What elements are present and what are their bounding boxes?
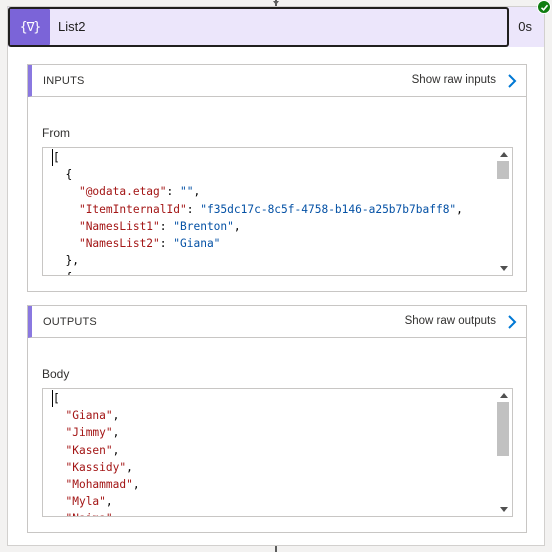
connector-arrow-icon xyxy=(273,1,279,5)
code-comma: , xyxy=(112,426,120,440)
scroll-down-icon[interactable] xyxy=(500,507,508,512)
code-line: [ xyxy=(52,390,140,408)
code-line: { xyxy=(52,269,463,275)
code-comma: , xyxy=(112,443,120,457)
code-array-item: "Jimmy" xyxy=(65,426,113,440)
code-comma: , xyxy=(105,495,113,509)
code-colon: : xyxy=(166,185,180,199)
code-value: "" xyxy=(180,185,194,199)
action-title: List2 xyxy=(58,19,86,34)
code-line: "ItemInternalId": "f35dc17c-8c5f-4758-b1… xyxy=(52,201,463,218)
outputs-title: OUTPUTS xyxy=(43,316,97,328)
code-line: "Jimmy", xyxy=(52,424,140,441)
code-brace: { xyxy=(65,168,73,182)
code-brace: { xyxy=(65,271,72,275)
show-raw-outputs-link[interactable]: Show raw outputs xyxy=(405,315,496,327)
scroll-down-icon[interactable] xyxy=(500,266,508,271)
code-line: "Naima", xyxy=(52,510,140,516)
code-colon: : xyxy=(159,219,174,233)
success-check-icon xyxy=(537,0,551,14)
code-key: "NamesList2" xyxy=(78,237,160,251)
code-line: "Myla", xyxy=(52,493,140,510)
code-comma: , xyxy=(112,409,120,423)
code-line: "NamesList2": "Giana" xyxy=(52,235,463,252)
filter-array-icon: {∇} xyxy=(10,9,50,45)
code-key: "NamesList1" xyxy=(78,219,160,233)
code-line: { xyxy=(52,166,463,183)
body-code-viewer[interactable]: [ "Giana", "Jimmy", "Kasen", "Kassidy", … xyxy=(42,388,513,517)
code-key: "ItemInternalId" xyxy=(78,202,187,216)
code-line: "Mohammad", xyxy=(52,476,140,493)
action-card: {∇} List2 0s INPUTS Show raw inputs From… xyxy=(7,6,545,546)
code-line: "NamesList1": "Brenton", xyxy=(52,218,463,235)
code-comma: , xyxy=(132,478,140,492)
code-array-item: "Mohammad" xyxy=(65,478,133,492)
inputs-header: INPUTS Show raw inputs xyxy=(28,65,526,97)
action-header[interactable]: {∇} List2 0s xyxy=(8,7,544,47)
show-raw-inputs-link[interactable]: Show raw inputs xyxy=(412,74,496,86)
chevron-right-icon[interactable] xyxy=(505,73,519,89)
code-array-item: "Kasen" xyxy=(65,443,113,457)
code-array-item: "Kassidy" xyxy=(65,460,127,474)
code-line: "@odata.etag": "", xyxy=(52,183,463,200)
code-array-item: "Giana" xyxy=(65,409,113,423)
code-line: [ xyxy=(52,149,463,167)
code-value: "Giana" xyxy=(173,237,221,251)
connector-line-bottom xyxy=(275,546,277,552)
code-colon: : xyxy=(159,237,174,251)
code-brace: }, xyxy=(65,254,79,268)
body-code-content: [ "Giana", "Jimmy", "Kasen", "Kassidy", … xyxy=(52,390,140,516)
body-label: Body xyxy=(42,367,70,381)
code-colon: : xyxy=(186,202,201,216)
code-bracket: [ xyxy=(52,390,60,408)
code-line: "Kassidy", xyxy=(52,459,140,476)
code-value: "Brenton" xyxy=(173,219,234,233)
code-value: "f35dc17c-8c5f-4758-b146-a25b7b7baff8" xyxy=(200,202,457,216)
body-scrollbar[interactable] xyxy=(495,389,512,516)
code-comma: , xyxy=(113,512,120,516)
code-line: "Kasen", xyxy=(52,442,140,459)
from-code-viewer[interactable]: [ { "@odata.etag": "", "ItemInternalId":… xyxy=(42,147,513,276)
code-comma: , xyxy=(193,185,201,199)
action-duration: 0s xyxy=(518,19,532,34)
code-line: "Giana", xyxy=(52,407,140,424)
scroll-up-icon[interactable] xyxy=(500,393,508,398)
inputs-title: INPUTS xyxy=(43,75,85,87)
code-comma: , xyxy=(456,202,463,216)
scroll-up-icon[interactable] xyxy=(500,152,508,157)
code-array-item: "Myla" xyxy=(65,495,106,509)
from-scrollbar[interactable] xyxy=(495,148,512,275)
code-key: "@odata.etag" xyxy=(78,185,167,199)
inputs-section: INPUTS Show raw inputs From [ { "@odata.… xyxy=(27,64,527,292)
code-line: }, xyxy=(52,252,463,269)
chevron-right-icon[interactable] xyxy=(505,314,519,330)
code-bracket: [ xyxy=(52,149,60,167)
code-array-item: "Naima" xyxy=(65,512,112,516)
code-comma: , xyxy=(126,460,133,474)
from-code-content: [ { "@odata.etag": "", "ItemInternalId":… xyxy=(52,149,463,275)
scroll-thumb[interactable] xyxy=(497,161,509,179)
outputs-section: OUTPUTS Show raw outputs Body [ "Giana",… xyxy=(27,305,527,533)
scroll-thumb[interactable] xyxy=(497,402,509,456)
outputs-header: OUTPUTS Show raw outputs xyxy=(28,306,526,338)
from-label: From xyxy=(42,126,70,140)
code-comma: , xyxy=(233,219,241,233)
